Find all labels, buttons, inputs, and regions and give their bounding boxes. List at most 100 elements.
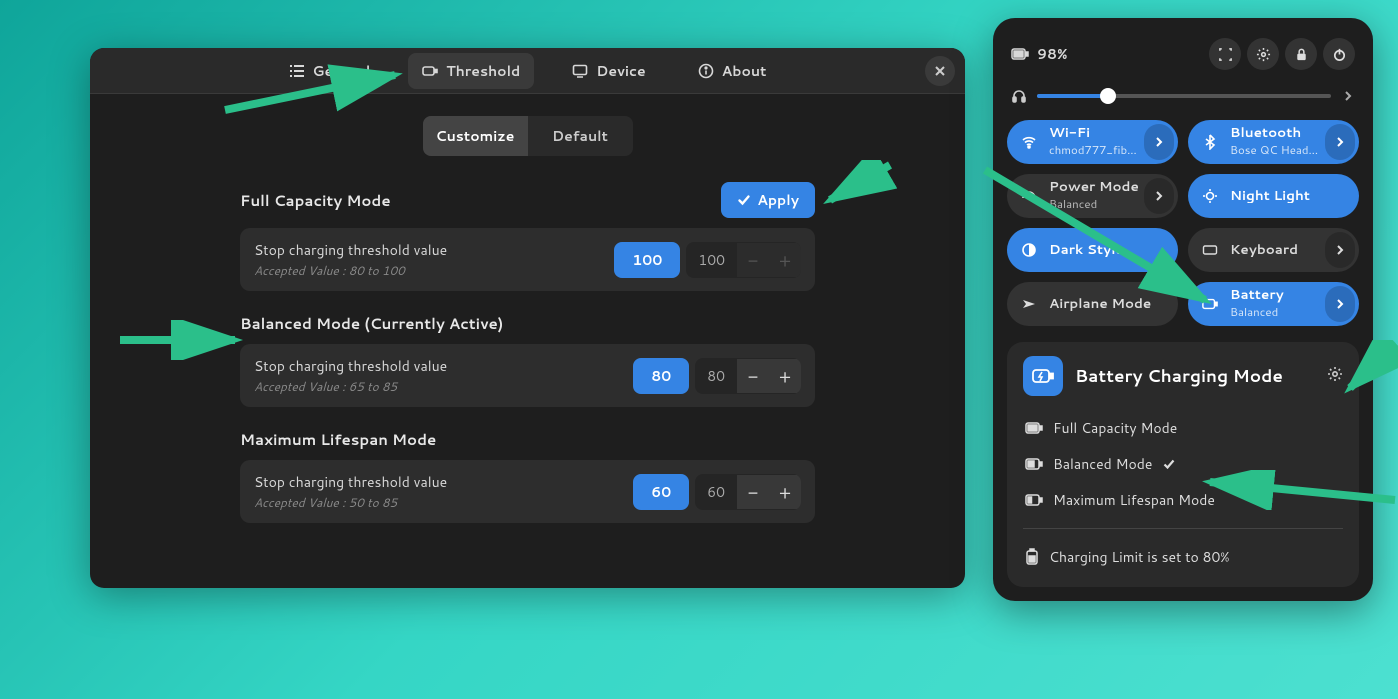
battery-icon [422, 63, 438, 79]
settings-button[interactable] [1247, 38, 1279, 70]
apply-button[interactable]: Apply [721, 182, 815, 218]
stepper-minus[interactable]: − [737, 359, 769, 393]
battery-charging-icon [1023, 356, 1063, 396]
segmented-control: Customize Default [423, 116, 633, 156]
threshold-value: 80 [633, 358, 689, 394]
threshold-hint: Accepted Value : 65 to 85 [254, 378, 633, 395]
mode-title-text: Full Capacity Mode [240, 190, 391, 211]
wifi-toggle[interactable]: Wi-Fichmod777_fib… [1007, 120, 1178, 164]
threshold-stepper[interactable]: 100 − + [686, 242, 801, 278]
airplane-mode-toggle[interactable]: Airplane Mode [1007, 282, 1178, 326]
titlebar: General Threshold Device About [90, 48, 965, 94]
list-icon [289, 63, 305, 79]
stepper-plus[interactable]: + [769, 475, 801, 509]
threshold-value: 100 [614, 242, 680, 278]
screenshot-button[interactable] [1209, 38, 1241, 70]
battery-status[interactable]: 98% [1011, 44, 1067, 64]
bluetooth-submenu[interactable] [1325, 124, 1355, 160]
tab-label: Threshold [446, 61, 520, 81]
wifi-submenu[interactable] [1144, 124, 1174, 160]
power-mode-toggle[interactable]: Power ModeBalanced [1007, 174, 1178, 218]
threshold-hint: Accepted Value : 80 to 100 [254, 262, 614, 279]
night-light-toggle[interactable]: Night Light [1188, 174, 1359, 218]
gear-icon [1327, 366, 1343, 382]
contrast-icon [1021, 242, 1037, 258]
segmented-default[interactable]: Default [528, 116, 633, 156]
tab-device[interactable]: Device [558, 53, 659, 89]
keyboard-toggle[interactable]: Keyboard [1188, 228, 1359, 272]
battery-submenu[interactable] [1325, 286, 1355, 322]
screenshot-icon [1218, 47, 1233, 62]
chevron-right-icon [1153, 136, 1165, 148]
stepper-plus[interactable]: + [769, 359, 801, 393]
charging-settings-button[interactable] [1327, 365, 1343, 388]
wifi-icon [1021, 134, 1037, 150]
keyboard-icon [1202, 242, 1218, 258]
tab-label: About [722, 61, 767, 81]
settings-window: General Threshold Device About Customize… [90, 48, 965, 588]
mode-full-capacity: Full Capacity Mode Apply Stop charging t… [240, 182, 815, 291]
threshold-value: 60 [633, 474, 689, 510]
threshold-label: Stop charging threshold value [254, 240, 614, 260]
stepper-value: 80 [695, 358, 737, 394]
check-icon [737, 193, 751, 207]
threshold-stepper[interactable]: 80 − + [695, 358, 801, 394]
battery-limit-icon [1025, 548, 1039, 566]
gear-icon [1256, 47, 1271, 62]
chevron-right-icon [1334, 244, 1346, 256]
chevron-right-icon [1334, 298, 1346, 310]
lock-button[interactable] [1285, 38, 1317, 70]
stepper-value: 100 [686, 242, 737, 278]
battery-full-icon [1025, 422, 1043, 434]
power-icon [1332, 47, 1347, 62]
stepper-value: 60 [695, 474, 737, 510]
info-icon [698, 63, 714, 79]
stepper-plus[interactable]: + [769, 243, 801, 277]
tab-threshold[interactable]: Threshold [408, 53, 534, 89]
charging-title: Battery Charging Mode [1075, 364, 1315, 388]
power-button[interactable] [1323, 38, 1355, 70]
battery-half-icon [1025, 458, 1043, 470]
volume-slider[interactable] [1037, 94, 1331, 98]
segmented-customize[interactable]: Customize [423, 116, 528, 156]
battery-charging-card: Battery Charging Mode Full Capacity Mode… [1007, 342, 1359, 587]
tab-general[interactable]: General [275, 53, 385, 89]
mode-title-text: Balanced Mode (Currently Active) [240, 313, 503, 334]
mode-balanced: Balanced Mode (Currently Active) Stop ch… [240, 313, 815, 407]
mode-title-text: Maximum Lifespan Mode [240, 429, 436, 450]
charging-mode-full[interactable]: Full Capacity Mode [1023, 410, 1343, 446]
chevron-right-icon [1334, 136, 1346, 148]
threshold-hint: Accepted Value : 50 to 85 [254, 494, 633, 511]
tab-about[interactable]: About [684, 53, 781, 89]
threshold-label: Stop charging threshold value [254, 356, 633, 376]
close-icon [934, 65, 946, 77]
lock-icon [1294, 47, 1309, 62]
charging-mode-balanced[interactable]: Balanced Mode [1023, 446, 1343, 482]
stepper-minus[interactable]: − [737, 475, 769, 509]
tab-label: General [313, 61, 371, 81]
tab-label: Device [596, 61, 645, 81]
close-button[interactable] [925, 56, 955, 86]
threshold-label: Stop charging threshold value [254, 472, 633, 492]
mode-max-lifespan: Maximum Lifespan Mode Stop charging thre… [240, 429, 815, 523]
charging-limit-status: Charging Limit is set to 80% [1023, 539, 1343, 575]
nightlight-icon [1202, 188, 1218, 204]
threshold-stepper[interactable]: 60 − + [695, 474, 801, 510]
power-mode-submenu[interactable] [1144, 178, 1174, 214]
monitor-icon [572, 63, 588, 79]
charging-mode-max-lifespan[interactable]: Maximum Lifespan Mode [1023, 482, 1343, 518]
speedometer-icon [1021, 188, 1037, 204]
battery-icon [1011, 47, 1029, 61]
check-icon [1162, 457, 1176, 471]
battery-mode-toggle[interactable]: BatteryBalanced [1188, 282, 1359, 326]
airplane-icon [1021, 296, 1037, 312]
stepper-minus[interactable]: − [737, 243, 769, 277]
keyboard-submenu[interactable] [1325, 232, 1355, 268]
bluetooth-icon [1202, 134, 1218, 150]
chevron-right-icon[interactable] [1341, 89, 1355, 103]
dark-style-toggle[interactable]: Dark Style [1007, 228, 1178, 272]
bluetooth-toggle[interactable]: BluetoothBose QC Head… [1188, 120, 1359, 164]
battery-icon [1202, 296, 1218, 312]
headphones-icon [1011, 88, 1027, 104]
quick-settings-panel: 98% Wi-Fichmod777_fib… BluetoothBose QC … [993, 18, 1373, 601]
